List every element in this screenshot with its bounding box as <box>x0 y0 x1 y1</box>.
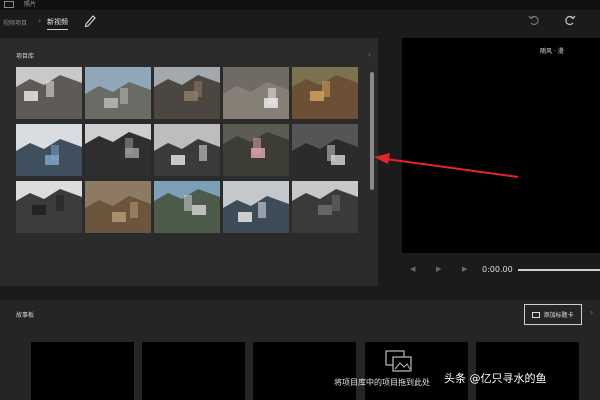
pencil-icon[interactable] <box>84 13 96 27</box>
thumbnail-pagoda-bw[interactable] <box>16 181 82 233</box>
breadcrumb-current: 新视频 <box>47 17 68 30</box>
title-bar: 照片 <box>0 0 600 10</box>
app-icon <box>4 1 14 8</box>
thumbnail-foot-bw[interactable] <box>292 124 358 176</box>
thumbnail-town-buildings[interactable] <box>85 67 151 119</box>
thumbnail-grid <box>16 67 361 233</box>
media-placeholder-icon <box>385 350 412 372</box>
more-icon[interactable]: › <box>590 308 593 317</box>
storyboard-slot[interactable] <box>31 342 134 400</box>
next-button[interactable]: ▶ <box>462 265 467 273</box>
storyboard-slot[interactable] <box>142 342 245 400</box>
thumbnail-autumn-hill-town[interactable] <box>292 67 358 119</box>
playback-time: 0:00.00 <box>482 265 513 274</box>
annotation-arrow <box>374 153 519 178</box>
storyboard-slot[interactable] <box>253 342 356 400</box>
watermark-text: 头条 @亿只寻水的鱼 <box>444 372 547 385</box>
thumbnail-mist-town-color[interactable] <box>223 181 289 233</box>
storyboard-title: 故事板 <box>16 312 35 319</box>
breadcrumb: 视频项目 › 新视频 <box>0 10 600 38</box>
thumbnail-smoky-valley-bw[interactable] <box>85 124 151 176</box>
drag-hint-text: 将项目库中的项目拖到此处 <box>334 378 430 387</box>
preview-overlay-text: 随风 · 漫 <box>540 48 564 55</box>
thumbnail-valley-town-color[interactable] <box>154 181 220 233</box>
thumbnail-bridge-bw[interactable] <box>292 181 358 233</box>
video-preview[interactable] <box>402 38 600 253</box>
thumbnail-feet-on-ground[interactable] <box>223 67 289 119</box>
library-title: 项目库 <box>16 53 35 60</box>
seek-bar[interactable] <box>518 269 600 271</box>
undo-icon[interactable] <box>528 14 540 26</box>
breadcrumb-separator: › <box>38 16 42 25</box>
breadcrumb-parent[interactable]: 视频项目 <box>3 18 27 27</box>
thumbnail-street-shops[interactable] <box>154 67 220 119</box>
thumbnail-street-car[interactable] <box>16 67 82 119</box>
thumbnail-plum-blossom[interactable] <box>223 124 289 176</box>
add-title-card-button[interactable]: 添加标题卡 <box>524 304 582 325</box>
add-title-card-label: 添加标题卡 <box>543 312 574 319</box>
collapse-icon[interactable]: ‹ <box>368 50 371 59</box>
previous-button[interactable]: ◀ <box>410 265 415 273</box>
panel-divider <box>0 286 600 300</box>
window-title: 照片 <box>24 1 37 8</box>
thumbnail-snowy-valley-color[interactable] <box>16 124 82 176</box>
thumbnail-clouds-town-bw[interactable] <box>154 124 220 176</box>
title-card-icon <box>532 311 541 318</box>
play-button[interactable]: ▶ <box>436 265 441 273</box>
thumbnail-stone-path[interactable] <box>85 181 151 233</box>
redo-icon[interactable] <box>564 14 576 26</box>
